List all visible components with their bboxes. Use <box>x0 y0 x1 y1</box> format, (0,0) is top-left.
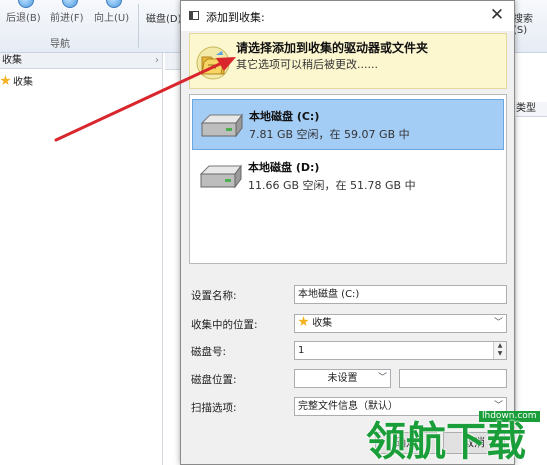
annotation-arrow <box>54 57 236 142</box>
watermark-logo: 领航下载 <box>366 419 526 465</box>
